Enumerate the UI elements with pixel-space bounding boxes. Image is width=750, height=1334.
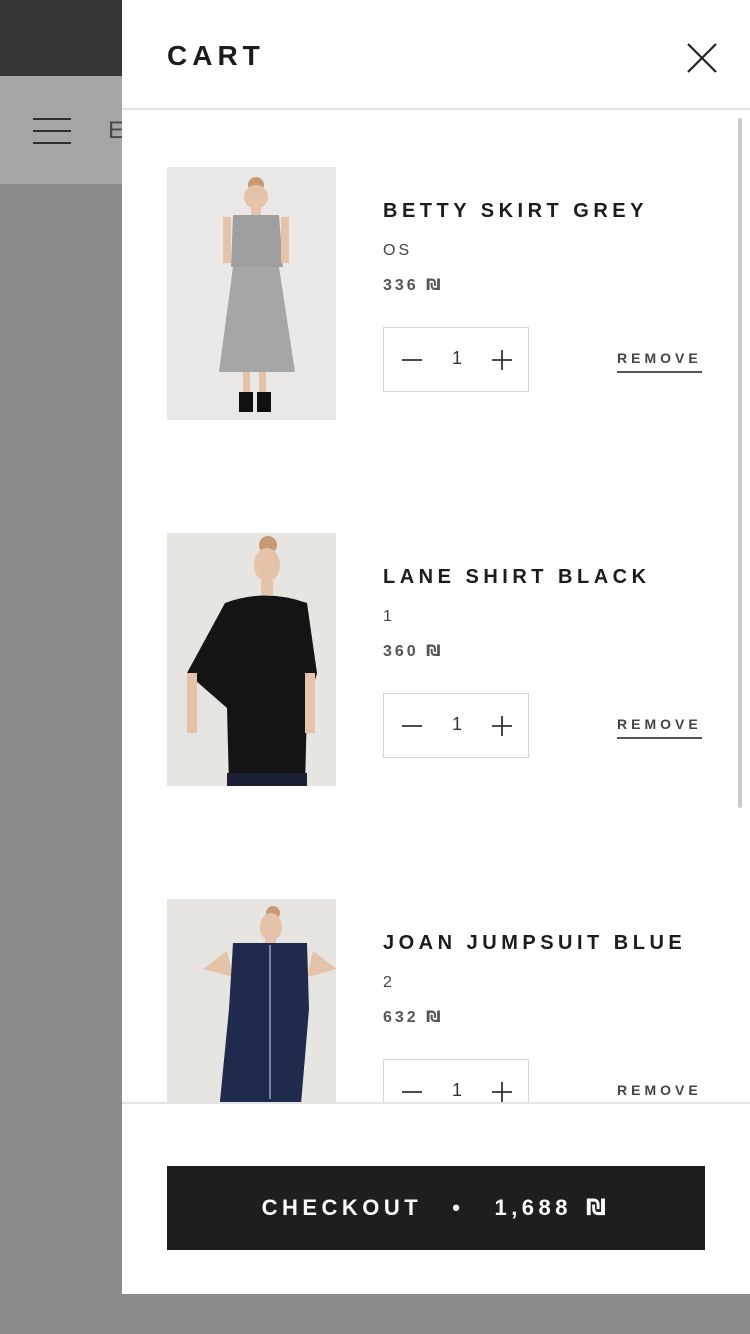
quantity-value[interactable]: 1 xyxy=(442,714,472,735)
remove-item-button[interactable]: REMOVE xyxy=(617,1082,702,1102)
cart-item: BETTY SKIRT GREY OS 336 ₪ 1 REMOVE xyxy=(122,112,750,420)
currency-symbol: ₪ xyxy=(426,1007,444,1026)
close-cart-button[interactable] xyxy=(684,40,720,76)
plus-icon xyxy=(492,350,512,370)
remove-item-button[interactable]: REMOVE xyxy=(617,716,702,739)
item-variant: OS xyxy=(383,242,413,259)
minus-icon xyxy=(402,725,422,727)
cart-footer: CHECKOUT • 1,688 ₪ xyxy=(122,1102,750,1294)
remove-item-button[interactable]: REMOVE xyxy=(617,350,702,373)
quantity-stepper: 1 xyxy=(383,693,529,758)
cart-drawer: CART BETTY SKIRT GREY OS 336 ₪ 1 REMOVE … xyxy=(122,0,750,1294)
price-value: 336 xyxy=(383,277,419,294)
plus-icon xyxy=(492,716,512,736)
checkout-total: 1,688 xyxy=(494,1195,573,1220)
price-value: 360 xyxy=(383,643,419,660)
currency-symbol: ₪ xyxy=(426,275,444,294)
background-page-overlay-bottom xyxy=(122,1294,750,1334)
checkout-button[interactable]: CHECKOUT • 1,688 ₪ xyxy=(167,1166,705,1250)
item-name[interactable]: JOAN JUMPSUIT BLUE xyxy=(383,932,686,955)
plus-icon xyxy=(492,1082,512,1102)
quantity-stepper: 1 xyxy=(383,327,529,392)
menu-icon xyxy=(33,116,71,146)
quantity-stepper: 1 xyxy=(383,1059,529,1102)
decrease-quantity-button[interactable] xyxy=(400,714,424,738)
cart-scrollbar[interactable] xyxy=(738,118,742,808)
decrease-quantity-button[interactable] xyxy=(400,1080,424,1102)
cart-title: CART xyxy=(167,40,265,71)
quantity-value[interactable]: 1 xyxy=(442,348,472,369)
close-icon xyxy=(687,43,717,73)
item-name[interactable]: BETTY SKIRT GREY xyxy=(383,200,648,223)
cart-item: LANE SHIRT BLACK 1 360 ₪ 1 REMOVE xyxy=(122,478,750,786)
grey-skirt-model-image[interactable] xyxy=(167,167,336,420)
cart-items-list[interactable]: BETTY SKIRT GREY OS 336 ₪ 1 REMOVE LANE … xyxy=(122,112,750,1102)
item-name[interactable]: LANE SHIRT BLACK xyxy=(383,566,651,589)
black-shirt-model-image[interactable] xyxy=(167,533,336,786)
item-variant: 1 xyxy=(383,608,395,625)
currency-symbol: ₪ xyxy=(426,641,444,660)
increase-quantity-button[interactable] xyxy=(490,714,514,738)
checkout-separator: • xyxy=(452,1195,465,1220)
checkout-currency: ₪ xyxy=(586,1195,611,1221)
minus-icon xyxy=(402,359,422,361)
increase-quantity-button[interactable] xyxy=(490,348,514,372)
item-price: 360 ₪ xyxy=(383,641,444,661)
checkout-label: CHECKOUT xyxy=(261,1195,423,1220)
quantity-value[interactable]: 1 xyxy=(442,1080,472,1101)
item-price: 336 ₪ xyxy=(383,275,444,295)
cart-item: JOAN JUMPSUIT BLUE 2 632 ₪ 1 REMOVE xyxy=(122,844,750,1102)
minus-icon xyxy=(402,1091,422,1093)
increase-quantity-button[interactable] xyxy=(490,1080,514,1102)
cart-header: CART xyxy=(122,0,750,110)
price-value: 632 xyxy=(383,1009,419,1026)
decrease-quantity-button[interactable] xyxy=(400,348,424,372)
blue-jumpsuit-model-image[interactable] xyxy=(167,899,336,1102)
item-variant: 2 xyxy=(383,974,395,991)
item-price: 632 ₪ xyxy=(383,1007,444,1027)
